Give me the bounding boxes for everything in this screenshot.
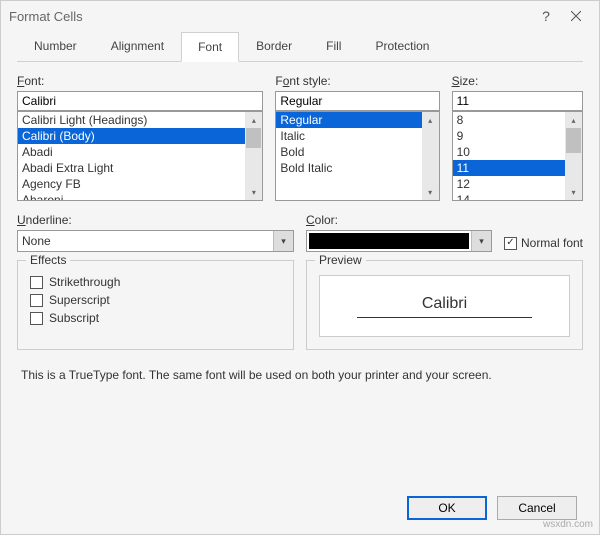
color-swatch bbox=[309, 233, 469, 249]
list-item[interactable]: 9 bbox=[453, 128, 565, 144]
tab-border[interactable]: Border bbox=[239, 31, 309, 61]
scrollbar[interactable]: ▴ ▾ bbox=[565, 112, 582, 200]
scroll-down-icon[interactable]: ▾ bbox=[422, 184, 439, 200]
list-item[interactable]: Abadi bbox=[18, 144, 245, 160]
close-button[interactable] bbox=[561, 5, 591, 27]
close-icon bbox=[571, 11, 581, 21]
underline-value: None bbox=[18, 234, 273, 248]
color-label: Color: bbox=[306, 213, 492, 227]
strikethrough-checkbox[interactable]: Strikethrough bbox=[30, 275, 281, 289]
help-button[interactable]: ? bbox=[531, 5, 561, 27]
scroll-thumb[interactable] bbox=[246, 128, 261, 148]
scroll-down-icon[interactable]: ▾ bbox=[245, 184, 262, 200]
checkbox-icon bbox=[30, 294, 43, 307]
tab-strip: Number Alignment Font Border Fill Protec… bbox=[17, 31, 583, 62]
list-item[interactable]: 10 bbox=[453, 144, 565, 160]
list-item[interactable]: Regular bbox=[276, 112, 421, 128]
style-label: Font style: bbox=[275, 74, 439, 88]
list-item[interactable]: Bold Italic bbox=[276, 160, 421, 176]
size-label: Size: bbox=[452, 74, 583, 88]
subscript-checkbox[interactable]: Subscript bbox=[30, 311, 281, 325]
cancel-button[interactable]: Cancel bbox=[497, 496, 577, 520]
list-item[interactable]: 14 bbox=[453, 192, 565, 201]
scroll-up-icon[interactable]: ▴ bbox=[422, 112, 439, 128]
underline-label: Underline: bbox=[17, 213, 294, 227]
scroll-down-icon[interactable]: ▾ bbox=[565, 184, 582, 200]
tab-fill[interactable]: Fill bbox=[309, 31, 358, 61]
preview-text: Calibri bbox=[357, 295, 531, 318]
list-item[interactable]: 11 bbox=[453, 160, 565, 176]
checkbox-icon bbox=[30, 312, 43, 325]
font-listbox[interactable]: Calibri Light (Headings) Calibri (Body) … bbox=[17, 111, 263, 201]
list-item[interactable]: Calibri (Body) bbox=[18, 128, 245, 144]
preview-group: Preview Calibri bbox=[306, 260, 583, 350]
size-input[interactable] bbox=[452, 91, 583, 111]
list-item[interactable]: Bold bbox=[276, 144, 421, 160]
preview-box: Calibri bbox=[319, 275, 570, 337]
list-item[interactable]: 8 bbox=[453, 112, 565, 128]
normal-font-label: Normal font bbox=[521, 236, 583, 250]
tab-number[interactable]: Number bbox=[17, 31, 94, 61]
list-item[interactable]: Aharoni bbox=[18, 192, 245, 201]
font-label: Font: bbox=[17, 74, 263, 88]
list-item[interactable]: Italic bbox=[276, 128, 421, 144]
window-title: Format Cells bbox=[9, 9, 531, 24]
scroll-thumb[interactable] bbox=[566, 128, 581, 153]
dialog-buttons: OK Cancel bbox=[407, 496, 577, 520]
font-note: This is a TrueType font. The same font w… bbox=[21, 368, 579, 382]
style-listbox[interactable]: Regular Italic Bold Bold Italic ▴ ▾ bbox=[275, 111, 439, 201]
scrollbar[interactable]: ▴ ▾ bbox=[245, 112, 262, 200]
tab-alignment[interactable]: Alignment bbox=[94, 31, 181, 61]
scroll-up-icon[interactable]: ▴ bbox=[245, 112, 262, 128]
superscript-checkbox[interactable]: Superscript bbox=[30, 293, 281, 307]
chevron-down-icon[interactable]: ▾ bbox=[471, 231, 491, 251]
effects-group: Effects Strikethrough Superscript Subscr… bbox=[17, 260, 294, 350]
chevron-down-icon[interactable]: ▾ bbox=[273, 231, 293, 251]
color-combo[interactable]: ▾ bbox=[306, 230, 492, 252]
list-item[interactable]: Calibri Light (Headings) bbox=[18, 112, 245, 128]
scroll-up-icon[interactable]: ▴ bbox=[565, 112, 582, 128]
tab-font[interactable]: Font bbox=[181, 32, 239, 62]
font-input[interactable] bbox=[17, 91, 263, 111]
size-listbox[interactable]: 8 9 10 11 12 14 ▴ ▾ bbox=[452, 111, 583, 201]
style-input[interactable] bbox=[275, 91, 439, 111]
underline-combo[interactable]: None ▾ bbox=[17, 230, 294, 252]
list-item[interactable]: Agency FB bbox=[18, 176, 245, 192]
checkbox-icon: ✓ bbox=[504, 237, 517, 250]
list-item[interactable]: Abadi Extra Light bbox=[18, 160, 245, 176]
checkbox-icon bbox=[30, 276, 43, 289]
format-cells-dialog: Format Cells ? Number Alignment Font Bor… bbox=[0, 0, 600, 535]
preview-legend: Preview bbox=[315, 253, 366, 267]
titlebar: Format Cells ? bbox=[1, 1, 599, 31]
scrollbar[interactable]: ▴ ▾ bbox=[422, 112, 439, 200]
normal-font-checkbox[interactable]: ✓ Normal font bbox=[504, 236, 583, 250]
effects-legend: Effects bbox=[26, 253, 70, 267]
ok-button[interactable]: OK bbox=[407, 496, 487, 520]
tab-content: Font: Calibri Light (Headings) Calibri (… bbox=[1, 62, 599, 408]
tab-protection[interactable]: Protection bbox=[358, 31, 446, 61]
watermark: wsxdn.com bbox=[543, 519, 593, 530]
list-item[interactable]: 12 bbox=[453, 176, 565, 192]
